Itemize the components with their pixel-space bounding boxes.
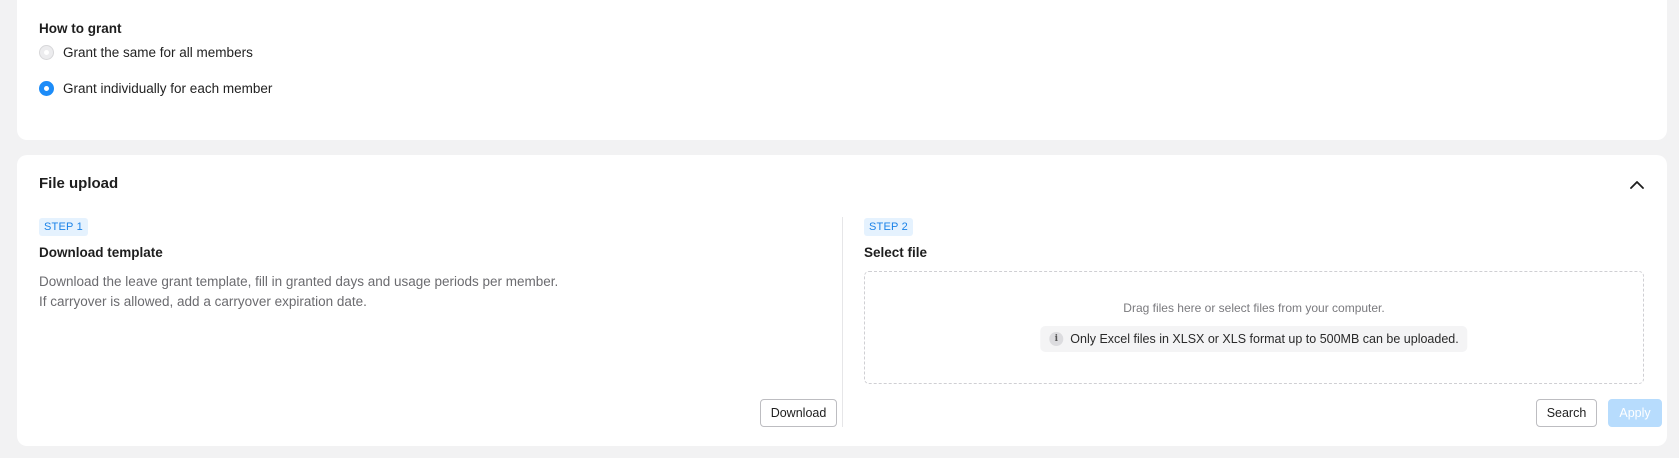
step1-column: STEP 1 Download template Download the le… <box>39 217 821 422</box>
file-upload-title: File upload <box>39 175 119 192</box>
grant-individually-label[interactable]: Grant individually for each member <box>63 81 272 96</box>
step2-title: Select file <box>864 245 928 260</box>
file-dropzone[interactable]: Drag files here or select files from you… <box>864 271 1644 384</box>
apply-button[interactable]: Apply <box>1608 399 1662 427</box>
grant-same-label[interactable]: Grant the same for all members <box>63 45 253 60</box>
chevron-up-icon[interactable] <box>1627 174 1647 194</box>
how-to-grant-label: How to grant <box>39 21 122 36</box>
column-divider <box>842 217 843 427</box>
search-button[interactable]: Search <box>1536 399 1597 427</box>
grant-same-option[interactable]: Grant the same for all members <box>39 45 253 60</box>
download-button[interactable]: Download <box>760 399 837 427</box>
step2-badge: STEP 2 <box>864 218 913 236</box>
step1-description: Download the leave grant template, fill … <box>39 272 821 312</box>
radio-unchecked-icon[interactable] <box>39 45 54 60</box>
step1-title: Download template <box>39 245 163 260</box>
file-upload-card: File upload STEP 1 Download template Dow… <box>17 155 1667 446</box>
step1-desc-line1: Download the leave grant template, fill … <box>39 274 559 289</box>
info-icon: i <box>1049 332 1064 346</box>
file-format-note: i Only Excel files in XLSX or XLS format… <box>1040 326 1468 352</box>
step1-desc-line2: If carryover is allowed, add a carryover… <box>39 294 367 309</box>
grant-individually-option[interactable]: Grant individually for each member <box>39 81 272 96</box>
dropzone-text: Drag files here or select files from you… <box>1123 301 1385 315</box>
file-format-note-text: Only Excel files in XLSX or XLS format u… <box>1070 332 1459 346</box>
radio-checked-icon[interactable] <box>39 81 54 96</box>
how-to-grant-card: How to grant Grant the same for all memb… <box>17 0 1667 140</box>
step1-badge: STEP 1 <box>39 218 88 236</box>
